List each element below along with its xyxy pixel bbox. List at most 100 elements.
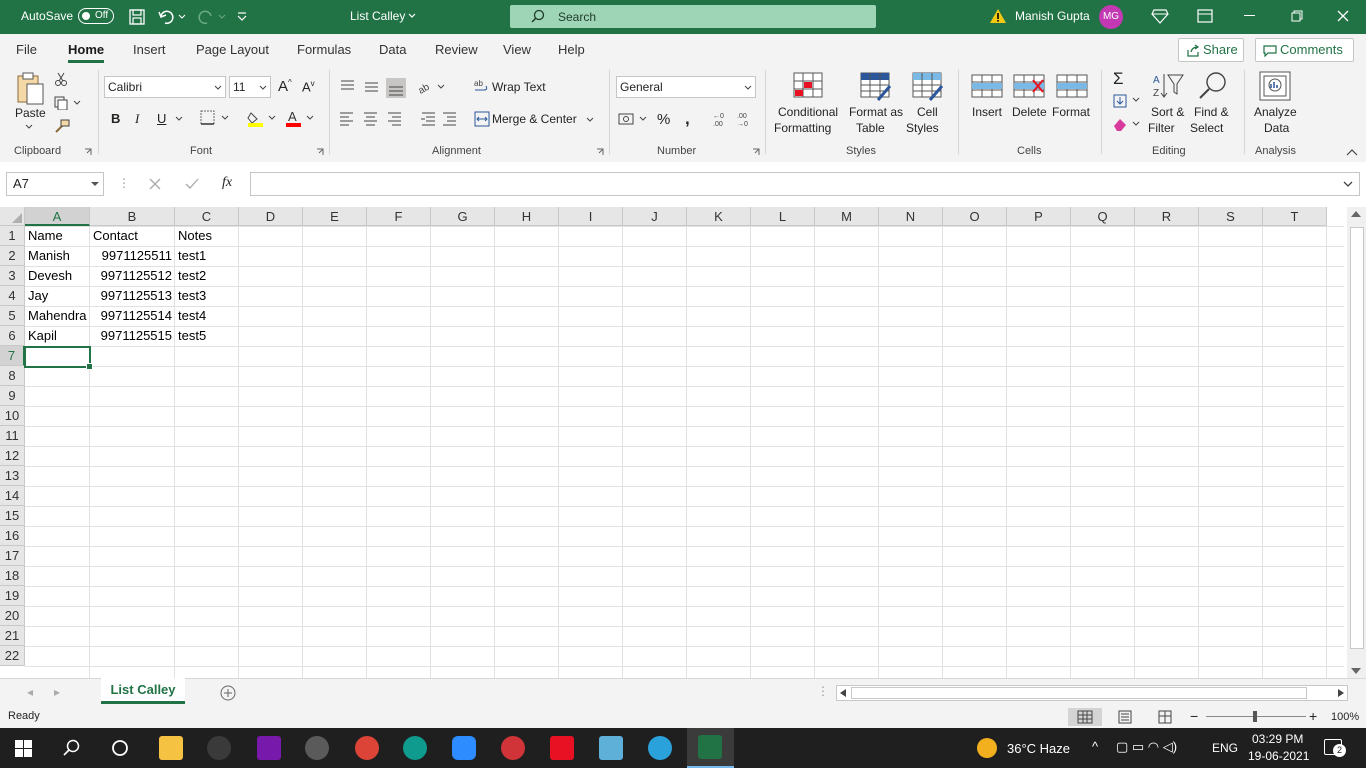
- dialog-launcher-icon[interactable]: [752, 148, 760, 156]
- anydesk-icon[interactable]: [550, 736, 574, 760]
- save-icon[interactable]: [128, 8, 146, 26]
- paste-button[interactable]: Paste: [15, 106, 46, 120]
- fill-color-icon[interactable]: [247, 109, 279, 127]
- column-header-j[interactable]: J: [623, 207, 687, 226]
- percent-icon[interactable]: %: [657, 111, 670, 128]
- chevron-down-icon[interactable]: [408, 13, 416, 19]
- language-indicator[interactable]: ENG: [1212, 741, 1238, 755]
- row-header-18[interactable]: 18: [0, 566, 25, 586]
- row-header-10[interactable]: 10: [0, 406, 25, 426]
- column-header-n[interactable]: N: [879, 207, 943, 226]
- comments-button[interactable]: Comments: [1255, 38, 1354, 62]
- column-header-m[interactable]: M: [815, 207, 879, 226]
- page-break-view-icon[interactable]: [1158, 710, 1172, 724]
- column-header-c[interactable]: C: [175, 207, 239, 226]
- row-header-11[interactable]: 11: [0, 426, 25, 446]
- column-header-i[interactable]: I: [559, 207, 623, 226]
- orientation-icon[interactable]: ab: [418, 78, 446, 96]
- task-view-icon[interactable]: [111, 739, 129, 757]
- underline-button[interactable]: U: [157, 111, 166, 126]
- column-header-t[interactable]: T: [1263, 207, 1327, 226]
- search-icon[interactable]: [63, 739, 81, 757]
- cell-c1[interactable]: Notes: [178, 226, 212, 246]
- row-header-6[interactable]: 6: [0, 326, 25, 346]
- scroll-left-icon[interactable]: [840, 689, 846, 697]
- avatar[interactable]: MG: [1099, 5, 1123, 29]
- cell-b6[interactable]: 9971125515: [90, 326, 172, 346]
- row-header-5[interactable]: 5: [0, 306, 25, 326]
- fill-handle[interactable]: [86, 363, 93, 370]
- chevron-down-icon[interactable]: [175, 116, 183, 122]
- column-header-r[interactable]: R: [1135, 207, 1199, 226]
- cell-a3[interactable]: Devesh: [28, 266, 72, 286]
- user-name[interactable]: Manish Gupta: [1015, 9, 1090, 23]
- search-box[interactable]: Search: [510, 5, 876, 28]
- cell-c5[interactable]: test4: [178, 306, 206, 326]
- cell-styles-label-1[interactable]: Cell: [917, 105, 938, 119]
- vertical-align-icons[interactable]: [340, 78, 410, 98]
- row-header-15[interactable]: 15: [0, 506, 25, 526]
- format-as-table-label-2[interactable]: Table: [856, 121, 885, 135]
- analyze-data-label-2[interactable]: Data: [1264, 121, 1289, 135]
- format-cells-icon[interactable]: [1056, 70, 1088, 100]
- find-select-label-2[interactable]: Select: [1190, 121, 1223, 135]
- new-sheet-icon[interactable]: [220, 685, 236, 701]
- weather-icon[interactable]: [977, 738, 997, 758]
- diamond-icon[interactable]: [1151, 8, 1169, 24]
- cell-styles-label-2[interactable]: Styles: [906, 121, 939, 135]
- column-header-h[interactable]: H: [495, 207, 559, 226]
- delete-cells-button[interactable]: Delete: [1012, 105, 1047, 119]
- cut-icon[interactable]: [54, 72, 68, 86]
- row-header-17[interactable]: 17: [0, 546, 25, 566]
- zoom-out-icon[interactable]: −: [1190, 708, 1198, 724]
- font-name-combo[interactable]: Calibri: [104, 76, 226, 98]
- row-header-2[interactable]: 2: [0, 246, 25, 266]
- column-header-k[interactable]: K: [687, 207, 751, 226]
- tab-home[interactable]: Home: [68, 42, 105, 63]
- column-header-q[interactable]: Q: [1071, 207, 1135, 226]
- customize-toolbar-icon[interactable]: [236, 10, 250, 24]
- cell-styles-icon[interactable]: [912, 72, 944, 102]
- cell-c2[interactable]: test1: [178, 246, 206, 266]
- cell-b4[interactable]: 9971125513: [90, 286, 172, 306]
- copy-icon[interactable]: [54, 96, 82, 110]
- tab-help[interactable]: Help: [558, 42, 585, 57]
- select-all-corner[interactable]: [0, 207, 25, 226]
- chrome-icon[interactable]: [355, 736, 379, 760]
- cell-c4[interactable]: test3: [178, 286, 206, 306]
- telegram-icon[interactable]: [648, 736, 672, 760]
- delete-cells-icon[interactable]: [1013, 74, 1045, 100]
- close-icon[interactable]: [1337, 10, 1349, 22]
- column-header-o[interactable]: O: [943, 207, 1007, 226]
- row-header-19[interactable]: 19: [0, 586, 25, 606]
- clear-icon[interactable]: [1112, 116, 1140, 132]
- find-select-label-1[interactable]: Find &: [1194, 105, 1229, 119]
- chevron-down-icon[interactable]: [586, 117, 594, 123]
- column-header-f[interactable]: F: [367, 207, 431, 226]
- dialog-launcher-icon[interactable]: [84, 148, 92, 156]
- sort-filter-label-1[interactable]: Sort &: [1151, 105, 1184, 119]
- cell-a1[interactable]: Name: [28, 226, 63, 246]
- row-header-8[interactable]: 8: [0, 366, 25, 386]
- fill-icon[interactable]: [1113, 94, 1141, 108]
- tab-data[interactable]: Data: [379, 42, 406, 57]
- autosum-icon[interactable]: Σ: [1113, 69, 1124, 89]
- notification-icon[interactable]: 2: [1324, 739, 1346, 757]
- file-explorer-icon[interactable]: [159, 736, 183, 760]
- column-header-s[interactable]: S: [1199, 207, 1263, 226]
- tab-insert[interactable]: Insert: [133, 42, 166, 57]
- share-button[interactable]: Share: [1178, 38, 1244, 62]
- cell-a5[interactable]: Mahendra: [28, 306, 87, 326]
- collapse-ribbon-icon[interactable]: [1346, 148, 1358, 156]
- conditional-formatting-label-2[interactable]: Formatting: [774, 121, 831, 135]
- excel-taskbar-button[interactable]: [687, 728, 734, 768]
- cell-b1[interactable]: Contact: [93, 226, 138, 246]
- paint-app-icon[interactable]: [305, 736, 329, 760]
- format-cells-button[interactable]: Format: [1052, 105, 1090, 119]
- tab-view[interactable]: View: [503, 42, 531, 57]
- zoom-slider-thumb[interactable]: [1253, 711, 1257, 722]
- spreadsheet-grid[interactable]: ABCDEFGHIJKLMNOPQRST 1 2 3 4 5 6 7 8 9 10 11 12 13 14…: [0, 207, 1344, 678]
- tray-icons[interactable]: ▢ ▭ ◠ ◁): [1116, 739, 1177, 755]
- font-size-combo[interactable]: 11: [229, 76, 271, 98]
- page-layout-view-icon[interactable]: [1118, 710, 1132, 724]
